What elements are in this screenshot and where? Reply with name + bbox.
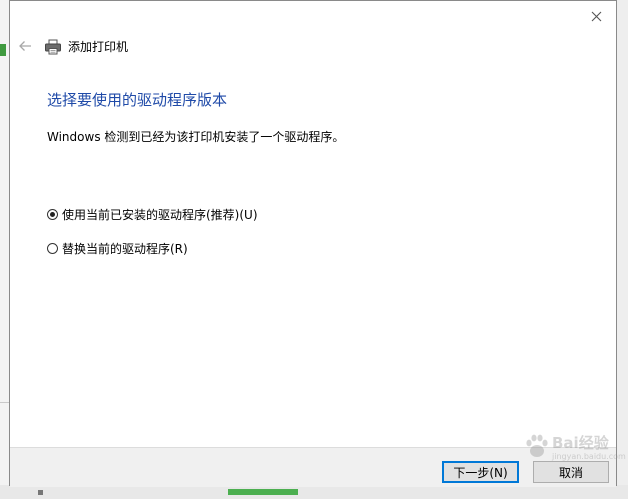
background-window-marker [0,44,6,56]
background-taskbar [0,485,628,499]
back-button[interactable] [15,37,35,55]
radio-replace-driver[interactable]: 替换当前的驱动程序(R) [47,240,188,257]
dialog-title-bar: 添加打印机 [44,38,128,55]
radio-button-checked[interactable] [47,209,58,220]
radio-button-unchecked[interactable] [47,243,58,254]
back-arrow-icon [19,41,31,51]
close-button[interactable] [584,5,608,27]
add-printer-dialog: 添加打印机 选择要使用的驱动程序版本 Windows 检测到已经为该打印机安装了… [9,0,617,487]
screen: 添加打印机 选择要使用的驱动程序版本 Windows 检测到已经为该打印机安装了… [0,0,628,499]
radio-label: 替换当前的驱动程序(R) [62,242,188,256]
next-button[interactable]: 下一步(N) [442,461,519,483]
background-progress-mark [228,489,298,495]
background-dot [38,490,43,495]
page-heading: 选择要使用的驱动程序版本 [47,91,228,109]
radio-label: 使用当前已安装的驱动程序(推荐)(U) [62,208,258,222]
cancel-button[interactable]: 取消 [533,461,609,483]
radio-use-current-driver[interactable]: 使用当前已安装的驱动程序(推荐)(U) [47,206,258,223]
close-icon [591,11,601,21]
dialog-footer: 下一步(N) 取消 [10,447,616,487]
printer-icon [45,39,61,54]
page-description: Windows 检测到已经为该打印机安装了一个驱动程序。 [47,130,345,144]
background-window-right [617,0,628,499]
dialog-title: 添加打印机 [68,40,129,54]
